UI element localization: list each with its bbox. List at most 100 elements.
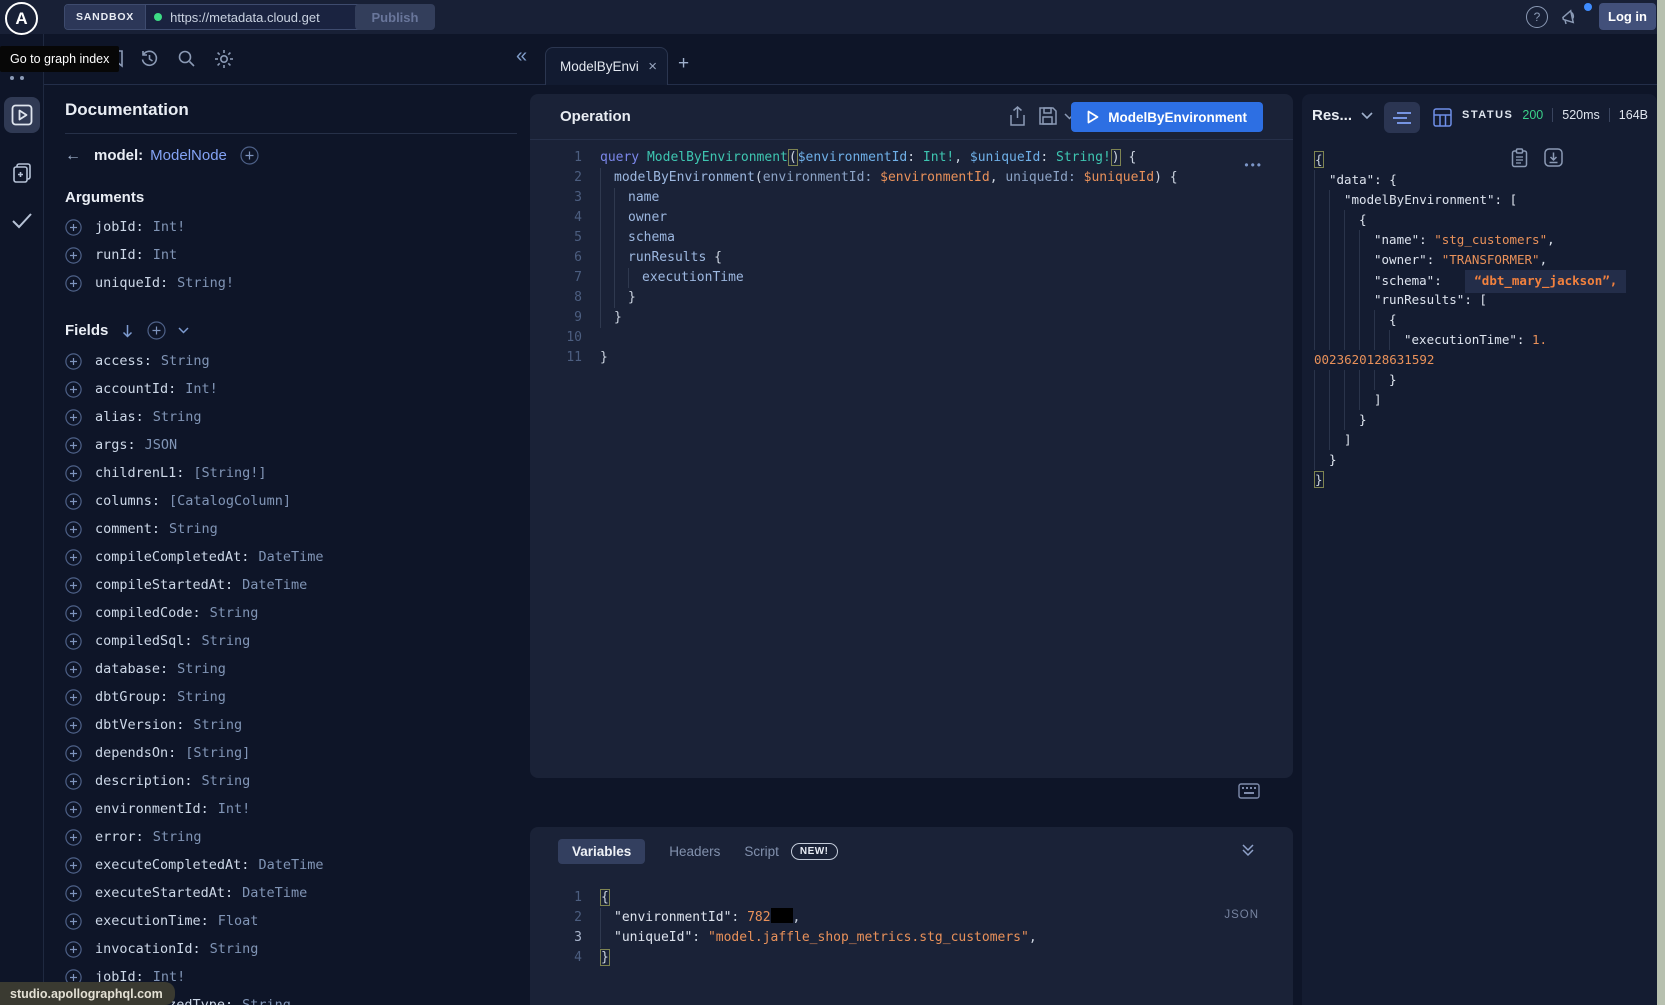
sidebar-item-checks[interactable] — [4, 202, 40, 238]
keyboard-shortcuts-icon[interactable] — [1238, 783, 1260, 799]
new-tab-button[interactable]: + — [678, 53, 689, 75]
add-to-operation-icon[interactable] — [65, 465, 82, 482]
add-to-operation-icon[interactable] — [65, 745, 82, 762]
field-type[interactable]: String! — [177, 275, 234, 291]
field-type[interactable]: DateTime — [258, 857, 323, 873]
operation-overflow-menu[interactable]: ••• — [1244, 158, 1263, 172]
add-to-operation-icon[interactable] — [65, 773, 82, 790]
field-type[interactable]: String — [177, 661, 226, 677]
help-icon[interactable]: ? — [1526, 6, 1548, 28]
add-to-operation-icon[interactable] — [65, 885, 82, 902]
announcements-megaphone-icon[interactable] — [1560, 7, 1580, 27]
operation-editor[interactable]: 1query ModelByEnvironment($environmentId… — [530, 140, 1293, 368]
collapse-variables-icon[interactable] — [1241, 843, 1255, 857]
add-to-operation-icon[interactable] — [65, 717, 82, 734]
table-view-toggle[interactable] — [1433, 108, 1452, 127]
field-row: dbtVersion:String — [65, 711, 517, 739]
add-to-operation-icon[interactable] — [65, 521, 82, 538]
field-type[interactable]: String — [193, 717, 242, 733]
field-type[interactable]: DateTime — [242, 577, 307, 593]
add-to-operation-icon[interactable] — [65, 605, 82, 622]
search-icon[interactable] — [177, 49, 196, 68]
add-to-operation-icon[interactable] — [65, 493, 82, 510]
field-type[interactable]: String — [210, 941, 259, 957]
field-type[interactable]: DateTime — [258, 549, 323, 565]
tab-modelbyenvironment[interactable]: ModelByEnvi... × — [545, 47, 668, 85]
add-to-operation-icon[interactable] — [65, 633, 82, 650]
history-icon[interactable] — [140, 49, 159, 68]
field-row: dependsOn:[String] — [65, 739, 517, 767]
add-to-operation-icon[interactable] — [65, 409, 82, 426]
add-to-operation-icon[interactable] — [65, 689, 82, 706]
add-to-operation-icon[interactable] — [65, 219, 82, 236]
field-type[interactable]: Float — [218, 913, 259, 929]
field-type[interactable]: String — [177, 689, 226, 705]
field-type[interactable]: Int — [153, 247, 177, 263]
add-all-fields-button[interactable] — [240, 146, 259, 165]
sidebar-item-explorer[interactable] — [4, 97, 40, 133]
tab-label: ModelByEnvi... — [560, 59, 640, 74]
add-to-operation-icon[interactable] — [65, 941, 82, 958]
field-name: compiledSql: — [95, 633, 193, 649]
add-to-operation-icon[interactable] — [65, 857, 82, 874]
field-name: executionTime: — [95, 913, 209, 929]
field-type[interactable]: [CatalogColumn] — [169, 493, 291, 509]
field-type[interactable]: [String!] — [193, 465, 266, 481]
endpoint-url-input[interactable]: https://metadata.cloud.get — [170, 10, 348, 25]
add-to-operation-icon[interactable] — [65, 437, 82, 454]
field-type[interactable]: DateTime — [242, 885, 307, 901]
field-type[interactable]: String — [153, 829, 202, 845]
field-type[interactable]: String — [202, 633, 251, 649]
publish-button[interactable]: Publish — [355, 4, 435, 30]
field-type[interactable]: String — [161, 353, 210, 369]
endpoint-url-box[interactable]: SANDBOX https://metadata.cloud.get — [64, 4, 382, 30]
field-type[interactable]: Int! — [185, 381, 218, 397]
add-to-operation-icon[interactable] — [65, 247, 82, 264]
add-to-operation-icon[interactable] — [65, 353, 82, 370]
field-type[interactable]: [String] — [185, 745, 250, 761]
collapse-panel-icon[interactable]: « — [516, 45, 527, 68]
tab-variables[interactable]: Variables — [558, 839, 645, 864]
response-time: 520ms — [1562, 108, 1600, 122]
field-type[interactable]: String — [169, 521, 218, 537]
download-response-icon[interactable] — [1544, 148, 1563, 168]
add-to-operation-icon[interactable] — [65, 801, 82, 818]
chevron-down-icon[interactable] — [178, 327, 189, 334]
response-title[interactable]: Res... — [1312, 107, 1373, 124]
add-to-operation-icon[interactable] — [65, 275, 82, 292]
code-line: { — [1314, 210, 1657, 230]
add-to-operation-icon[interactable] — [65, 913, 82, 930]
copy-response-icon[interactable] — [1511, 148, 1528, 168]
graph-index-icon[interactable] — [10, 76, 24, 80]
doc-type-link[interactable]: ModelNode — [150, 147, 227, 164]
add-fields-button[interactable] — [147, 321, 166, 340]
field-type[interactable]: String — [242, 997, 291, 1005]
add-to-operation-icon[interactable] — [65, 577, 82, 594]
settings-gear-icon[interactable] — [214, 49, 234, 69]
share-icon[interactable] — [1008, 106, 1027, 127]
add-to-operation-icon[interactable] — [65, 549, 82, 566]
save-icon[interactable] — [1038, 106, 1058, 126]
add-to-operation-icon[interactable] — [65, 829, 82, 846]
field-type[interactable]: String — [202, 773, 251, 789]
run-operation-button[interactable]: ModelByEnvironment — [1071, 102, 1263, 132]
apollo-logo[interactable]: A — [5, 2, 38, 35]
tab-headers[interactable]: Headers — [669, 844, 720, 859]
field-type[interactable]: String — [210, 605, 259, 621]
add-to-operation-icon[interactable] — [65, 381, 82, 398]
sort-fields-icon[interactable] — [120, 323, 135, 339]
raw-view-toggle[interactable] — [1384, 102, 1420, 133]
fields-heading: Fields — [65, 321, 517, 340]
response-viewer[interactable]: {"data": {"modelByEnvironment": [{"name"… — [1302, 142, 1657, 490]
tab-script[interactable]: Script — [744, 844, 779, 859]
add-to-operation-icon[interactable] — [65, 661, 82, 678]
field-type[interactable]: JSON — [145, 437, 178, 453]
back-arrow-icon[interactable]: ← — [65, 147, 81, 165]
field-type[interactable]: String — [153, 409, 202, 425]
close-tab-icon[interactable]: × — [648, 58, 657, 75]
variables-editor[interactable]: 1{2"environmentId": 782,3"uniqueId": "mo… — [530, 875, 1293, 968]
field-type[interactable]: Int! — [218, 801, 251, 817]
field-type[interactable]: Int! — [153, 219, 186, 235]
login-button[interactable]: Log in — [1599, 3, 1656, 30]
sidebar-item-collections[interactable] — [4, 155, 40, 191]
